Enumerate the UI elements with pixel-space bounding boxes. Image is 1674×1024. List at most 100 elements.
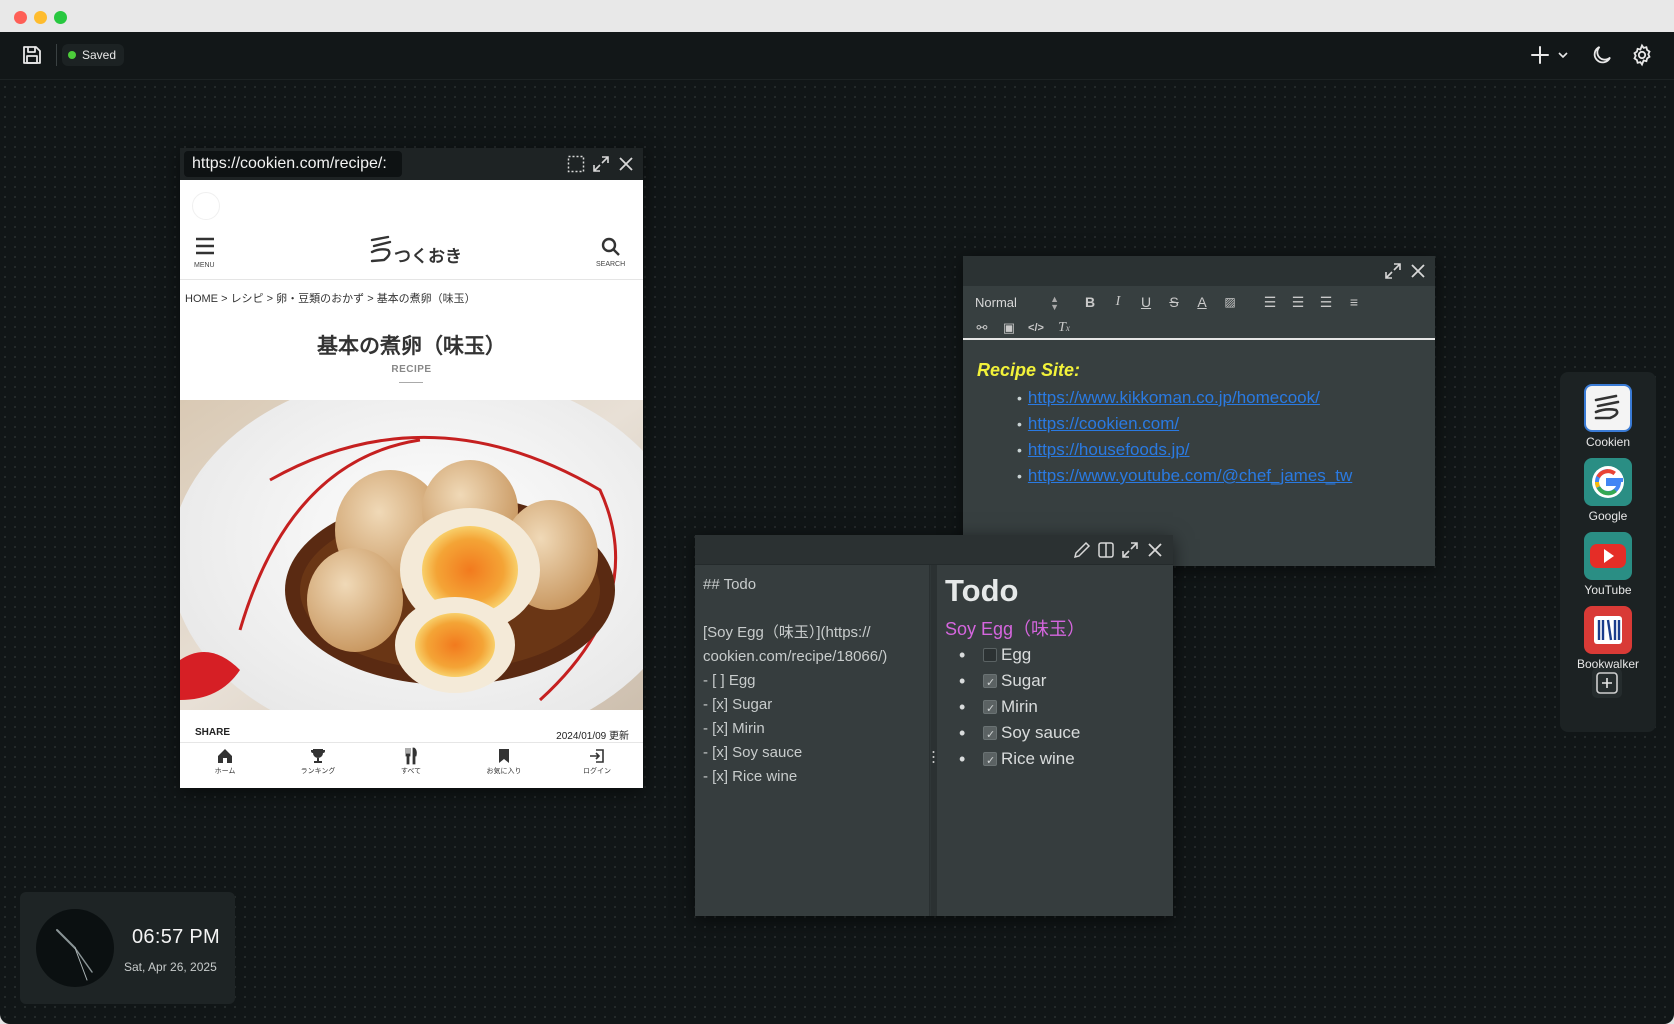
list-item: https://www.youtube.com/@chef_james_tw (1017, 463, 1417, 489)
nav-label: ホーム (214, 768, 236, 775)
highlight-icon[interactable]: ▨ (1219, 292, 1241, 312)
chevron-down-icon[interactable] (1556, 48, 1570, 62)
italic-icon[interactable]: I (1107, 292, 1129, 312)
text-color-icon[interactable]: A (1191, 292, 1213, 312)
cutlery-icon (405, 747, 417, 765)
web-browser-widget: https://cookien.com/recipe/: MENU つくおき S… (180, 148, 643, 788)
breadcrumb: HOME > レシピ > 卵・豆類のおかず > 基本の煮卵（味玉） (185, 290, 476, 306)
save-status-label: Saved (82, 48, 117, 62)
underline-icon[interactable]: U (1135, 292, 1157, 312)
nav-label: すべて (400, 768, 422, 775)
markdown-source[interactable]: ## Todo [Soy Egg（味玉）](https:// cookien.c… (703, 573, 925, 789)
code-icon[interactable]: </> (1025, 318, 1047, 338)
select-area-icon[interactable] (566, 154, 586, 174)
canvas[interactable]: Saved https://cookien.com/recipe/: MENU (0, 32, 1674, 1024)
nav-label: ランキング (300, 768, 336, 775)
dock-app-bookwalker[interactable]: Bookwalker (1560, 606, 1656, 671)
dock-app-google[interactable]: Google (1560, 458, 1656, 523)
web-page[interactable]: MENU つくおき SEARCH HOME > レシピ > 卵・豆類のおかず >… (180, 180, 643, 788)
breadcrumb-recipes[interactable]: レシピ (231, 293, 264, 305)
nav-favorites[interactable]: お気に入り (464, 747, 544, 776)
todo-label: Egg (1001, 645, 1032, 664)
todo-label: Mirin (1001, 697, 1038, 716)
nav-home[interactable]: ホーム (185, 747, 265, 776)
clear-format-icon[interactable]: Tx (1053, 318, 1075, 338)
link[interactable]: https://housefoods.jp/ (1028, 440, 1190, 459)
expand-icon[interactable] (591, 154, 611, 174)
markdown-preview: Todo Soy Egg（味玉） Egg Sugar Mirin Soy sau… (937, 565, 1173, 916)
markdown-note-widget: ## Todo [Soy Egg（味玉）](https:// cookien.c… (695, 535, 1173, 916)
expand-icon[interactable] (1383, 261, 1403, 281)
url-input[interactable]: https://cookien.com/recipe/: (184, 151, 402, 177)
zoom-window-button[interactable] (54, 11, 67, 24)
moon-icon[interactable] (1590, 43, 1614, 67)
breadcrumb-separator: > (266, 293, 274, 305)
todo-item: Egg (959, 643, 1080, 669)
todo-list: Egg Sugar Mirin Soy sauce Rice wine (959, 643, 1080, 773)
clock-date: Sat, Apr 26, 2025 (124, 960, 217, 974)
close-icon[interactable] (1408, 261, 1428, 281)
home-icon (218, 749, 232, 763)
markdown-editor[interactable]: ## Todo [Soy Egg（味玉）](https:// cookien.c… (695, 565, 930, 916)
site-header: MENU つくおき SEARCH (180, 180, 643, 280)
pencil-icon[interactable] (1072, 540, 1092, 560)
todo-label: Soy sauce (1001, 723, 1081, 742)
bullet-list-icon[interactable]: ☰ (1287, 292, 1309, 312)
align-icon[interactable]: ≡ (1343, 292, 1365, 312)
gear-icon[interactable] (1630, 43, 1654, 67)
split-view-icon[interactable] (1096, 540, 1116, 560)
list-item: https://www.kikkoman.co.jp/homecook/ (1017, 385, 1417, 411)
preview-link[interactable]: Soy Egg（味玉） (945, 615, 1085, 641)
clock-time: 06:57 PM (132, 926, 221, 948)
todo-checkbox[interactable] (983, 648, 997, 662)
recipe-tag: RECIPE (391, 364, 432, 375)
link[interactable]: https://cookien.com/ (1028, 414, 1179, 433)
expand-icon[interactable] (1120, 540, 1140, 560)
save-icon[interactable] (20, 43, 44, 67)
block-format-select[interactable]: Normal ▲ ▼ (975, 294, 1061, 312)
close-icon[interactable] (1145, 540, 1165, 560)
divider (56, 44, 57, 66)
clock-widget: 06:57 PM Sat, Apr 26, 2025 (20, 892, 235, 1004)
dock-app-label: YouTube (1584, 583, 1632, 597)
nav-ranking[interactable]: ランキング (278, 747, 358, 776)
nav-all[interactable]: すべて (371, 747, 451, 776)
link[interactable]: https://www.kikkoman.co.jp/homecook/ (1028, 388, 1320, 407)
close-icon[interactable] (616, 154, 636, 174)
app-dock: Cookien Google YouTube Bookwalker (1560, 372, 1656, 732)
todo-checkbox[interactable] (983, 671, 997, 695)
dock-app-youtube[interactable]: YouTube (1560, 532, 1656, 597)
breadcrumb-home[interactable]: HOME (185, 293, 218, 305)
breadcrumb-category[interactable]: 卵・豆類のおかず (276, 293, 364, 305)
search-icon[interactable] (600, 236, 622, 258)
menu-icon[interactable] (194, 236, 216, 256)
analog-clock-icon (36, 909, 114, 987)
image-icon[interactable]: ▣ (998, 318, 1020, 338)
youtube-logo-icon (1584, 532, 1632, 580)
ordered-list-icon[interactable]: ☰ (1259, 292, 1281, 312)
save-status-badge: Saved (62, 44, 125, 66)
minimize-window-button[interactable] (34, 11, 47, 24)
share-label[interactable]: SHARE (195, 727, 230, 738)
updated-date: 2024/01/09 更新 (556, 731, 629, 742)
site-logo[interactable]: つくおき (366, 234, 462, 268)
search-label: SEARCH (596, 261, 626, 268)
bold-icon[interactable]: B (1079, 292, 1101, 312)
checklist-icon[interactable]: ☰ (1315, 292, 1337, 312)
dock-app-cookien[interactable]: Cookien (1560, 384, 1656, 449)
logo-text: つくおき (394, 247, 462, 267)
link-icon[interactable]: ⚯ (971, 318, 993, 338)
add-app-button[interactable] (1592, 668, 1622, 698)
todo-checkbox[interactable] (983, 749, 997, 773)
close-window-button[interactable] (14, 11, 27, 24)
decorative-circle (192, 192, 220, 220)
todo-checkbox[interactable] (983, 697, 997, 721)
todo-item: Mirin (959, 695, 1080, 721)
todo-checkbox[interactable] (983, 723, 997, 747)
strike-icon[interactable]: S (1163, 292, 1185, 312)
plus-icon[interactable] (1528, 43, 1552, 67)
link[interactable]: https://www.youtube.com/@chef_james_tw (1028, 466, 1352, 485)
nav-login[interactable]: ログイン (557, 747, 637, 776)
note-content[interactable]: Recipe Site: https://www.kikkoman.co.jp/… (977, 360, 1417, 489)
top-bar: Saved (0, 32, 1674, 80)
